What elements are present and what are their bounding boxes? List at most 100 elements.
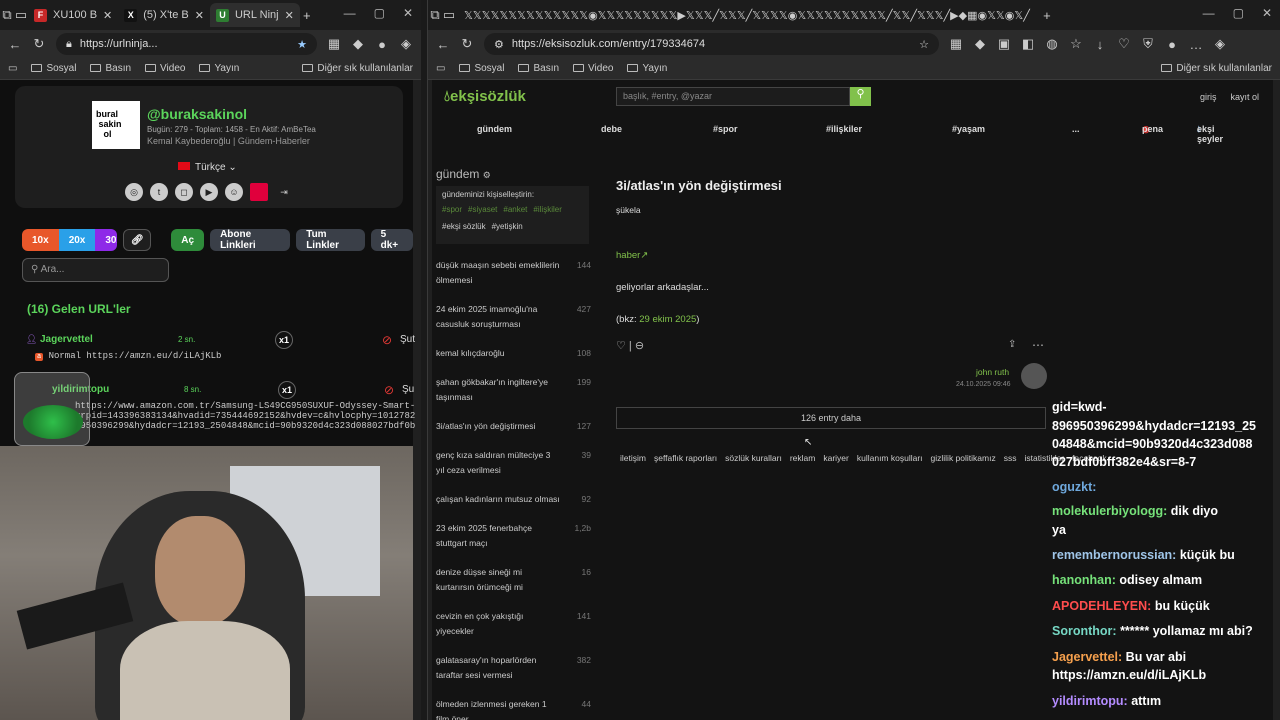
tab-urlninja[interactable]: U URL Ninj ✕ [209,3,300,27]
tag[interactable]: #siyaset [468,205,497,214]
dislike-icon[interactable]: ⊖ [635,340,644,352]
back-icon[interactable]: ← [436,37,450,52]
bookmarks-sidebar-icon[interactable]: ▭ [8,63,17,74]
language-select[interactable]: Türkçe ⌄ [178,162,237,173]
tab-actions-icon[interactable]: ▭ [14,7,28,23]
close-icon[interactable]: ✕ [285,9,294,22]
10x-button[interactable]: 10x [22,229,59,251]
tab-xu100[interactable]: F XU100 B ✕ [28,3,118,27]
footer-link[interactable]: reklam [790,453,816,463]
topic-item[interactable]: çalışan kadınların mutsuz olması 92 [436,492,591,507]
extension-icon[interactable]: ▣ [997,36,1011,52]
entry-date[interactable]: 24.10.2025 09:46 [956,381,1011,388]
topic-item[interactable]: şahan gökbakar'ın ingiltere'ye taşınması… [436,375,591,405]
5dk-button[interactable]: 5 dk+ [370,229,414,251]
menu-icon[interactable]: … [1189,37,1203,52]
dribbble-icon[interactable]: ◎ [125,183,143,201]
search-input[interactable]: ⚲ Ara... [22,258,169,282]
address-bar[interactable]: ⚙ https://eksisozluk.com/entry/179334674 ☆ [484,33,939,55]
profile-avatar[interactable]: ● [1165,37,1179,52]
bookmark-folder[interactable]: Basın [90,63,131,74]
other-bookmarks[interactable]: Diğer sık kullanılanlar [302,63,413,74]
login-link[interactable]: giriş [1200,92,1217,102]
nav-iliskiler[interactable]: #ilişkiler [826,124,862,134]
favorite-star-icon[interactable]: ★ [297,38,307,51]
footer-link[interactable]: iletişim [620,453,646,463]
maximize-icon[interactable]: ▢ [374,6,385,20]
profile-avatar[interactable]: ● [375,37,389,52]
tag[interactable]: #yetişkin [492,222,523,231]
workspaces-icon[interactable]: ⧉ [428,7,442,23]
link-icon[interactable]: 🔗︎ [123,229,152,251]
sidebar-title[interactable]: gündem ⚙ [436,167,491,181]
search-button[interactable]: ⚲ [850,87,871,106]
topic-item[interactable]: denize düşse sineği mi kurtarırsın örümc… [436,565,591,595]
extension-icon[interactable]: ◆ [973,36,987,52]
downloads-icon[interactable]: ↓ [1093,37,1107,52]
haber-link[interactable]: haber↗ [616,250,648,261]
topic-item[interactable]: düşük maaşın sebebi emeklilerin ölmemesi… [436,258,591,288]
close-icon[interactable]: ✕ [195,9,204,22]
favorite-star-icon[interactable]: ☆ [919,38,929,51]
topic-item[interactable]: kemal kılıçdaroğlu 108 [436,346,591,361]
row-url-block[interactable]: https://www.amazon.com.tr/Samsung-LS49CG… [75,401,415,431]
footer-link[interactable]: sss [1004,453,1017,463]
shield-icon[interactable]: ⛨ [1141,36,1155,52]
address-bar[interactable]: 🔒︎ https://urlninja... ★ [56,33,317,55]
nav-more[interactable]: ... [1072,124,1080,134]
footer-link[interactable]: kariyer [823,453,849,463]
row-user[interactable]: Jagervettel [40,334,93,345]
bookmarks-sidebar-icon[interactable]: ▭ [436,63,445,74]
window-close-icon[interactable]: ✕ [403,6,413,20]
eksi-logo[interactable]: 💧︎ekşisözlük [444,88,526,105]
extension-icon[interactable]: ◧ [1021,36,1035,52]
favorites-icon[interactable]: ☆ [1069,36,1083,52]
row-url[interactable]: https://amzn.eu/d/iLAjKLb [86,351,221,361]
author-avatar[interactable] [1021,363,1047,389]
tab-actions-icon[interactable]: ▭ [442,7,456,23]
logout-icon[interactable]: ⇥ [275,183,293,201]
maximize-icon[interactable]: ▢ [1233,6,1244,20]
refresh-icon[interactable]: ↻ [460,36,474,52]
bookmark-folder[interactable]: Basın [518,63,559,74]
topic-item[interactable]: genç kıza saldıran mülteciye 3 yıl ceza … [436,448,591,478]
pinned-tabs[interactable]: 𝕏𝕏𝕏𝕏𝕏𝕏𝕏𝕏𝕏𝕏𝕏𝕏𝕏𝕏◉𝕏𝕏𝕏𝕏𝕏𝕏𝕏𝕏𝕏▶𝕏𝕏𝕏╱𝕏𝕏𝕏╱𝕏𝕏𝕏𝕏◉𝕏𝕏… [464,9,1030,22]
favorite-icon[interactable]: ♡ [616,340,626,352]
discord-icon[interactable]: ☺ [225,183,243,201]
row-action[interactable]: Şu [402,384,414,395]
instagram-icon[interactable]: ◻ [175,183,193,201]
minimize-icon[interactable]: — [344,6,356,20]
window-close-icon[interactable]: ✕ [1262,6,1272,20]
tag[interactable]: #ilişkiler [533,205,561,214]
eksi-search-input[interactable]: başlık, #entry, @yazar [616,87,850,106]
footer-link[interactable]: sözlük kuralları [725,453,782,463]
extension-icon[interactable]: ◍ [1045,36,1059,52]
nav-yasam[interactable]: #yaşam [952,124,985,134]
tum-linkler-button[interactable]: Tum Linkler [296,229,365,251]
heart-icon[interactable]: ♡ [1117,36,1131,52]
copilot-icon[interactable]: ◈ [399,36,413,52]
nav-gundem[interactable]: gündem [477,124,512,134]
more-entries-button[interactable]: 126 entry daha [616,407,1046,429]
pink-badge-icon[interactable] [250,183,268,201]
tag[interactable]: #ekşi sözlük [442,222,486,231]
bookmark-folder[interactable]: Yayın [199,63,239,74]
new-tab-icon[interactable]: + [1040,8,1054,23]
other-bookmarks[interactable]: Diğer sık kullanılanlar [1161,63,1272,74]
topic-item[interactable]: ölmeden izlenmesi gereken 1 film öner 44 [436,697,591,720]
back-icon[interactable]: ← [8,37,22,52]
ban-icon[interactable]: ⊘ [384,383,394,397]
close-icon[interactable]: ✕ [103,9,112,22]
extension-icon[interactable]: ▦ [949,36,963,52]
footer-link[interactable]: gizlilik politikamız [931,453,996,463]
entry-title[interactable]: 3i/atlas'ın yön değiştirmesi [616,178,782,193]
register-link[interactable]: kayıt ol [1230,92,1259,102]
ban-icon[interactable]: ⊘ [382,333,392,347]
youtube-icon[interactable]: ▶ [200,183,218,201]
topic-item[interactable]: 24 ekim 2025 imamoğlu'na casusluk soruşt… [436,302,591,332]
topic-item[interactable]: galatasaray'ın hoparlörden taraftar sesi… [436,653,591,683]
tag[interactable]: #anket [503,205,527,214]
refresh-icon[interactable]: ↻ [32,36,46,52]
20x-button[interactable]: 20x [58,229,96,251]
minimize-icon[interactable]: — [1203,6,1215,20]
